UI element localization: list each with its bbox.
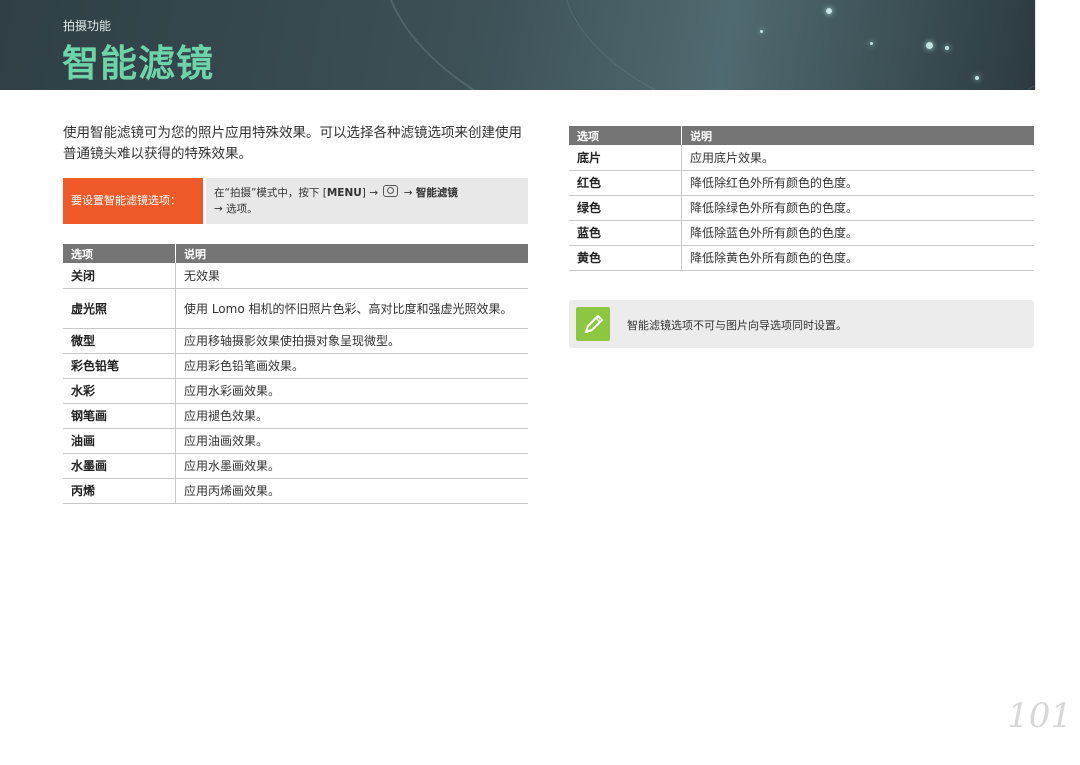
option-name: 微型 [63,328,176,354]
option-name: 水彩 [63,378,176,404]
menu-key: MENU [326,187,362,199]
option-name: 黄色 [569,245,682,271]
option-description: 应用水墨画效果。 [175,453,528,479]
table-row: 底片 应用底片效果。 [569,145,1034,171]
table-row: 虚光照 使用 Lomo 相机的怀旧照片色彩、高对比度和强虚光照效果。 [63,288,528,329]
option-description: 应用底片效果。 [681,145,1034,171]
howto-step-text: → 选项。 [214,203,258,215]
option-name: 丙烯 [63,478,176,504]
option-name: 油画 [63,428,176,454]
table-header-row: 选项 说明 [569,126,1034,145]
option-name: 彩色铅笔 [63,353,176,379]
option-name: 虚光照 [63,288,176,329]
breadcrumb: 拍摄功能 [63,19,112,33]
option-description: 降低除绿色外所有颜色的色度。 [681,195,1034,221]
option-name: 关闭 [63,263,176,289]
decorative-sparkle [826,8,832,14]
option-description: 降低除黄色外所有颜色的色度。 [681,245,1034,271]
table-row: 红色 降低除红色外所有颜色的色度。 [569,170,1034,196]
howto-arrow: ] → [361,187,378,199]
option-description: 应用褪色效果。 [175,403,528,429]
column-header: 选项 [569,126,682,145]
page-number: 101 [1007,696,1072,736]
header-side-tab [1035,0,1080,90]
decorative-sparkle [945,46,949,50]
chapter-header-banner: 拍摄功能 智能滤镜 [0,0,1035,90]
note-text: 智能滤镜选项不可与图片向导选项同时设置。 [627,319,847,332]
table-row: 水彩 应用水彩画效果。 [63,378,528,404]
pencil-note-icon [576,307,610,341]
howto-label: 要设置智能滤镜选项： [63,178,203,224]
table-row: 关闭 无效果 [63,263,528,289]
decorative-sparkle [926,42,933,49]
option-description: 无效果 [175,263,528,289]
decorative-arc [560,0,1035,90]
decorative-sparkle [975,76,979,80]
option-name: 红色 [569,170,682,196]
table-row: 黄色 降低除黄色外所有颜色的色度。 [569,245,1034,271]
table-row: 绿色 降低除绿色外所有颜色的色度。 [569,195,1034,221]
option-name: 底片 [569,145,682,171]
table-row: 水墨画 应用水墨画效果。 [63,453,528,479]
column-header: 说明 [681,126,1034,145]
option-name: 水墨画 [63,453,176,479]
howto-target: 智能滤镜 [415,187,458,199]
table-row: 丙烯 应用丙烯画效果。 [63,478,528,504]
table-row: 蓝色 降低除蓝色外所有颜色的色度。 [569,220,1034,246]
howto-arrow: → [403,187,413,199]
option-description: 应用彩色铅笔画效果。 [175,353,528,379]
table-row: 彩色铅笔 应用彩色铅笔画效果。 [63,353,528,379]
decorative-sparkle [870,42,873,45]
howto-step-text: 在“拍摄”模式中，按下 [ [214,187,327,199]
option-name: 钢笔画 [63,403,176,429]
option-description: 应用移轴摄影效果使拍摄对象呈现微型。 [175,328,528,354]
option-description: 降低除红色外所有颜色的色度。 [681,170,1034,196]
option-description: 使用 Lomo 相机的怀旧照片色彩、高对比度和强虚光照效果。 [175,288,528,329]
page-title: 智能滤镜 [62,42,214,85]
color-filter-table: 选项 说明 底片 应用底片效果。 红色 降低除红色外所有颜色的色度。 绿色 降低… [569,126,1034,271]
intro-paragraph: 使用智能滤镜可为您的照片应用特殊效果。可以选择各种滤镜选项来创建使用普通镜头难以… [63,125,522,162]
table-row: 油画 应用油画效果。 [63,428,528,454]
option-name: 绿色 [569,195,682,221]
column-header: 选项 [63,244,176,263]
table-header-row: 选项 说明 [63,244,528,263]
option-name: 蓝色 [569,220,682,246]
option-description: 降低除蓝色外所有颜色的色度。 [681,220,1034,246]
decorative-sparkle [760,30,763,33]
howto-instructions: 在“拍摄”模式中，按下 [MENU] → → 智能滤镜 → 选项。 [206,178,528,224]
note-box: 智能滤镜选项不可与图片向导选项同时设置。 [569,300,1034,348]
filter-options-table: 选项 说明 关闭 无效果 虚光照 使用 Lomo 相机的怀旧照片色彩、高对比度和… [63,244,528,504]
table-row: 钢笔画 应用褪色效果。 [63,403,528,429]
option-description: 应用丙烯画效果。 [175,478,528,504]
option-description: 应用油画效果。 [175,428,528,454]
table-row: 微型 应用移轴摄影效果使拍摄对象呈现微型。 [63,328,528,354]
camera-icon [383,185,399,197]
howto-box: 要设置智能滤镜选项： 在“拍摄”模式中，按下 [MENU] → → 智能滤镜 →… [63,178,528,224]
option-description: 应用水彩画效果。 [175,378,528,404]
column-header: 说明 [175,244,528,263]
